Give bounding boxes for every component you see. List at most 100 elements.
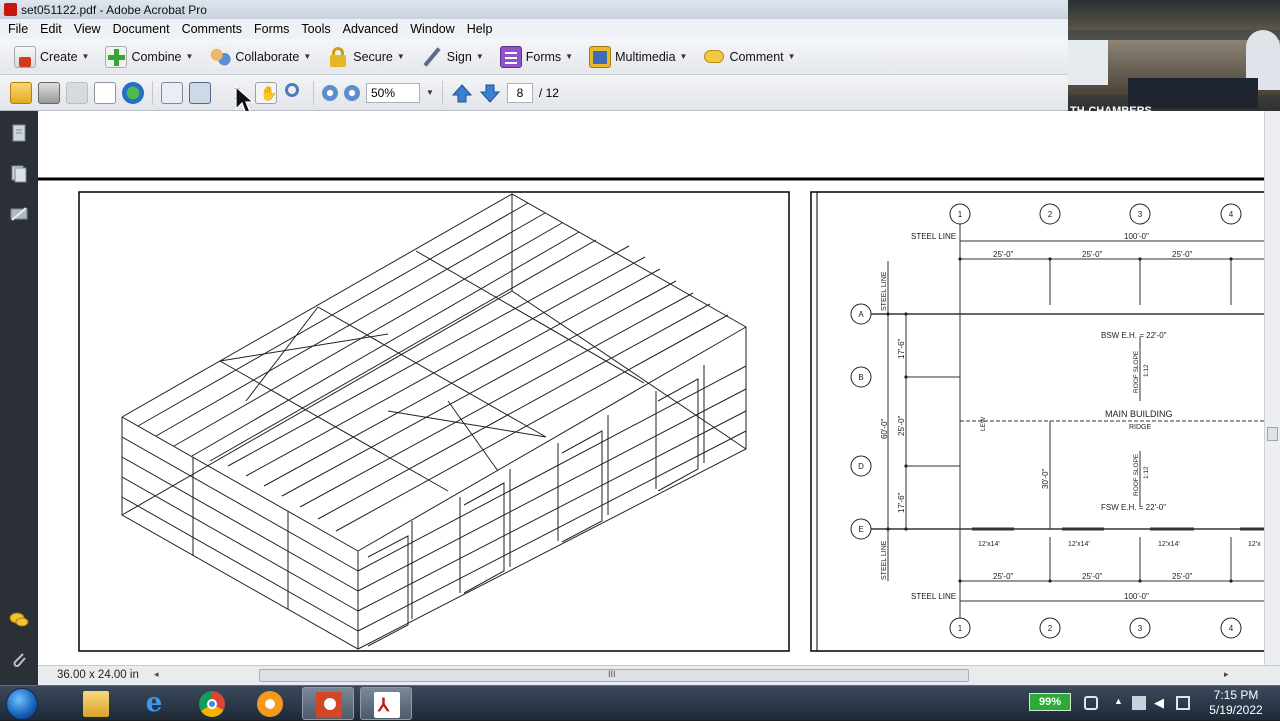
menu-comments[interactable]: Comments xyxy=(176,22,248,36)
menu-window[interactable]: Window xyxy=(404,22,460,36)
menu-forms[interactable]: Forms xyxy=(248,22,295,36)
chevron-down-icon: ▼ xyxy=(81,52,90,61)
clock[interactable]: 7:15 PM 5/19/2022 xyxy=(1198,688,1274,718)
zoom-in-icon[interactable] xyxy=(344,84,360,101)
zoom-dropdown-icon[interactable]: ▼ xyxy=(426,88,434,97)
chamber-seating xyxy=(1128,78,1258,108)
collaborate-icon xyxy=(209,45,232,68)
internet-explorer-icon: e xyxy=(145,688,163,718)
battery-indicator[interactable]: 99% xyxy=(1029,693,1071,711)
menu-edit[interactable]: Edit xyxy=(34,22,68,36)
chamber-ceiling xyxy=(1068,0,1280,30)
bay-spacing-1-bottom: 25'-0" xyxy=(993,572,1014,581)
door-size-4: 12'x xyxy=(1248,541,1261,548)
comments-panel-icon[interactable] xyxy=(9,610,29,630)
secure-button[interactable]: Secure ▼ xyxy=(321,43,411,71)
lew-label: LEW xyxy=(980,416,987,431)
chevron-down-icon: ▼ xyxy=(679,52,688,61)
pages-icon[interactable] xyxy=(9,123,29,143)
taskbar-acrobat[interactable]: ⅄ xyxy=(360,687,412,720)
vertical-scroll-thumb[interactable] xyxy=(1267,427,1278,441)
network-icon[interactable] xyxy=(1176,696,1190,710)
combine-button[interactable]: Combine ▼ xyxy=(99,43,199,71)
acrobat-icon: ⅄ xyxy=(374,692,400,718)
forms-button[interactable]: Forms ▼ xyxy=(494,43,579,71)
page-total-label: / 12 xyxy=(538,85,559,100)
menu-help[interactable]: Help xyxy=(461,22,499,36)
row-label-d: D xyxy=(858,462,864,471)
column-label-1: 1 xyxy=(958,210,963,219)
acrobat-window: set051122.pdf - Adobe Acrobat Pro File E… xyxy=(0,0,1280,720)
inner-dimension: 30'-0" xyxy=(1041,468,1050,489)
column-label-2: 2 xyxy=(1048,210,1053,219)
zoom-level-field[interactable]: 50% xyxy=(366,82,420,103)
document-view[interactable]: 1 2 3 4 1 2 3 4 A B D E STEEL LINE STEEL… xyxy=(38,111,1264,665)
scroll-left-icon[interactable]: ◂ xyxy=(154,669,159,680)
secure-label: Secure xyxy=(353,49,393,64)
steel-line-label-left-top: STEEL LINE xyxy=(881,271,888,311)
sync-icon[interactable] xyxy=(1084,696,1098,710)
email-icon[interactable] xyxy=(94,81,116,104)
menu-document[interactable]: Document xyxy=(107,22,176,36)
collaborate-button[interactable]: Collaborate ▼ xyxy=(203,43,317,71)
menu-advanced[interactable]: Advanced xyxy=(337,22,405,36)
create-icon xyxy=(14,45,36,68)
signatures-icon[interactable] xyxy=(9,204,29,224)
door-size-1: 12'x14' xyxy=(978,541,1000,548)
chrome-icon xyxy=(199,691,225,717)
roof-slope-label-top: ROOF SLOPE xyxy=(1133,350,1140,393)
vertical-scrollbar[interactable] xyxy=(1264,111,1280,665)
title-bar: set051122.pdf - Adobe Acrobat Pro xyxy=(0,0,1068,19)
fit-page-icon[interactable] xyxy=(189,81,211,104)
taskbar-explorer[interactable] xyxy=(70,687,122,720)
save-icon[interactable] xyxy=(66,81,88,104)
fsw-eave-height: FSW E.H. = 22'-0" xyxy=(1101,503,1166,512)
bay-spacing-3: 25'-0" xyxy=(1172,250,1193,259)
sun-app-icon xyxy=(257,691,283,717)
taskbar-app-orange[interactable] xyxy=(244,687,296,720)
zoom-tool-icon[interactable] xyxy=(283,82,305,104)
menu-file[interactable]: File xyxy=(2,22,34,36)
steel-line-label-top: STEEL LINE xyxy=(911,232,956,241)
roof-slope-label-bottom: ROOF SLOPE xyxy=(1133,453,1140,496)
bsw-eave-height: BSW E.H. = 22'-0" xyxy=(1101,331,1167,340)
bay-spacing-2: 25'-0" xyxy=(1082,250,1103,259)
taskbar-chrome[interactable] xyxy=(186,687,238,720)
create-label: Create xyxy=(40,49,78,64)
web-icon[interactable] xyxy=(122,81,144,104)
menu-tools[interactable]: Tools xyxy=(295,22,336,36)
multimedia-icon xyxy=(589,45,612,68)
scroll-right-icon[interactable]: ▸ xyxy=(1224,669,1229,680)
next-page-icon[interactable] xyxy=(479,82,501,104)
speaker-icon[interactable]: ◀ xyxy=(1154,696,1168,710)
column-label-3-bottom: 3 xyxy=(1138,624,1143,633)
zoom-out-icon[interactable] xyxy=(322,84,338,101)
windows-start-button[interactable] xyxy=(6,688,38,720)
flag-icon[interactable] xyxy=(1132,696,1146,710)
toolbar-separator xyxy=(313,80,314,105)
horizontal-scroll-thumb[interactable]: III xyxy=(259,669,969,682)
multimedia-button[interactable]: Multimedia ▼ xyxy=(583,43,693,71)
show-hidden-icons[interactable]: ▲ xyxy=(1114,696,1128,710)
open-folder-icon[interactable] xyxy=(10,81,32,104)
steel-line-label-bottom: STEEL LINE xyxy=(911,592,956,601)
column-label-2-bottom: 2 xyxy=(1048,624,1053,633)
hand-tool-icon[interactable]: ✋ xyxy=(255,81,277,104)
print-icon[interactable] xyxy=(38,81,60,104)
lock-icon xyxy=(327,46,349,68)
sign-button[interactable]: Sign ▼ xyxy=(415,43,490,71)
previous-page-icon[interactable] xyxy=(451,82,473,104)
page-number-field[interactable]: 8 xyxy=(506,82,533,103)
taskbar-powerpoint[interactable] xyxy=(302,687,354,720)
drawing-canvas: 1 2 3 4 1 2 3 4 A B D E STEEL LINE STEEL… xyxy=(38,177,1264,652)
taskbar-internet-explorer[interactable]: e xyxy=(128,687,180,720)
column-label-4-bottom: 4 xyxy=(1229,624,1234,633)
attachments-icon[interactable] xyxy=(9,649,29,669)
create-button[interactable]: Create ▼ xyxy=(8,43,95,71)
fit-width-icon[interactable] xyxy=(161,81,183,104)
steel-line-label-left-bottom: STEEL LINE xyxy=(881,540,888,580)
bookmarks-icon[interactable] xyxy=(9,163,29,183)
menu-view[interactable]: View xyxy=(68,22,107,36)
comment-button[interactable]: Comment ▼ xyxy=(697,43,801,71)
navigation-toolbar: I ✋ 50% ▼ 8 / 12 xyxy=(0,75,1068,111)
